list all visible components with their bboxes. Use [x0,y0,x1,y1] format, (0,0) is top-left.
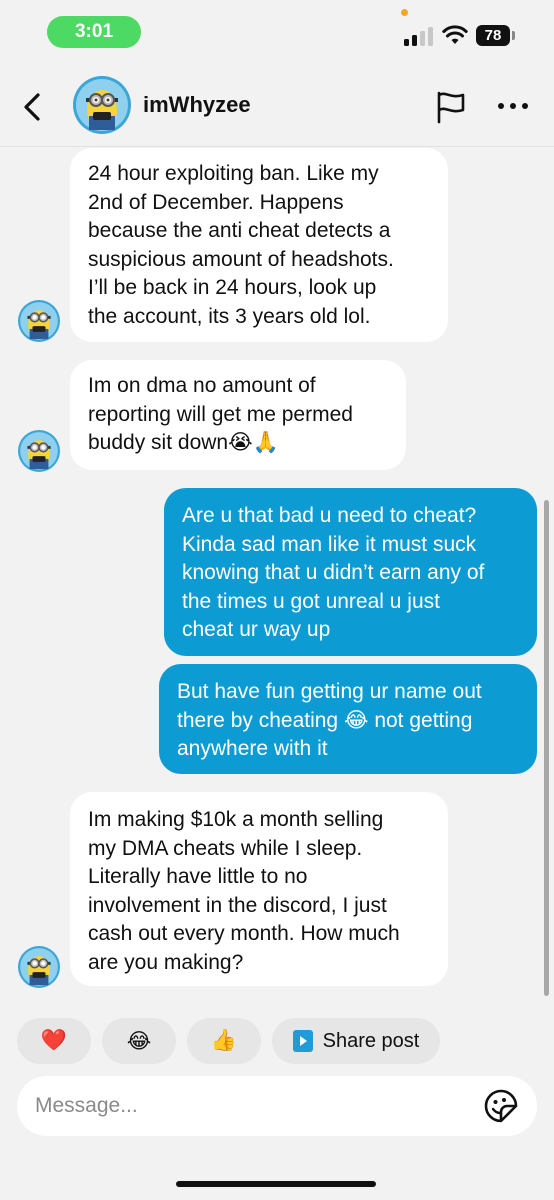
quick-reaction-heart[interactable]: ❤️ [17,1018,91,1064]
message-bubble-received[interactable]: Im on dma no amount of reporting will ge… [70,360,406,470]
privacy-indicator-dot [401,9,408,16]
heart-icon: ❤️ [40,1029,68,1052]
status-time: 3:01 [47,16,141,48]
back-button[interactable] [18,90,48,124]
quick-reaction-thumbs-up[interactable]: 👍 [187,1018,261,1064]
message-text: Im on dma no amount of reporting will ge… [88,374,353,454]
share-post-icon [292,1030,313,1052]
share-post-button[interactable]: Share post [272,1018,440,1064]
minion-avatar-icon [18,300,60,342]
message-bubble-sent[interactable]: But have fun getting ur name out there b… [159,664,537,774]
message-bubble-received[interactable]: Im making $10k a month selling my DMA ch… [70,792,448,986]
message-bubble-received[interactable]: 24 hour exploiting ban. Like my 2nd of D… [70,148,448,342]
thumbs-up-icon: 👍 [210,1029,238,1052]
chat-username[interactable]: imWhyzee [143,92,251,118]
header-avatar[interactable] [73,76,131,134]
battery-level: 78 [476,25,510,46]
cellular-signal-icon [404,26,434,46]
sender-avatar[interactable] [18,946,60,988]
message-text: Are u that bad u need to cheat? Kinda sa… [182,504,485,641]
more-options-button[interactable] [495,98,531,114]
chat-scrollbar[interactable] [544,500,549,996]
wifi-icon [442,25,468,44]
sender-avatar[interactable] [18,300,60,342]
home-indicator[interactable] [176,1181,376,1187]
quick-reaction-laugh[interactable]: 😂 [102,1018,176,1064]
share-post-label: Share post [322,1029,420,1052]
message-text: Im making $10k a month selling my DMA ch… [88,808,400,974]
report-flag-button[interactable] [434,90,468,124]
laughing-face-icon: 😂 [126,1029,152,1053]
message-text: But have fun getting ur name out there b… [177,680,482,760]
battery-cap-icon [512,31,515,40]
message-text: 24 hour exploiting ban. Like my 2nd of D… [88,162,394,328]
message-input[interactable] [35,1086,465,1126]
message-bubble-sent[interactable]: Are u that bad u need to cheat? Kinda sa… [164,488,537,656]
message-composer [17,1076,537,1136]
status-bar: 3:01 78 [0,0,554,60]
minion-avatar-icon [18,946,60,988]
header-divider [0,146,554,147]
minion-avatar-icon [73,76,131,134]
minion-avatar-icon [18,430,60,472]
chat-header: imWhyzee [0,70,554,144]
sticker-icon[interactable] [483,1088,519,1124]
sender-avatar[interactable] [18,430,60,472]
